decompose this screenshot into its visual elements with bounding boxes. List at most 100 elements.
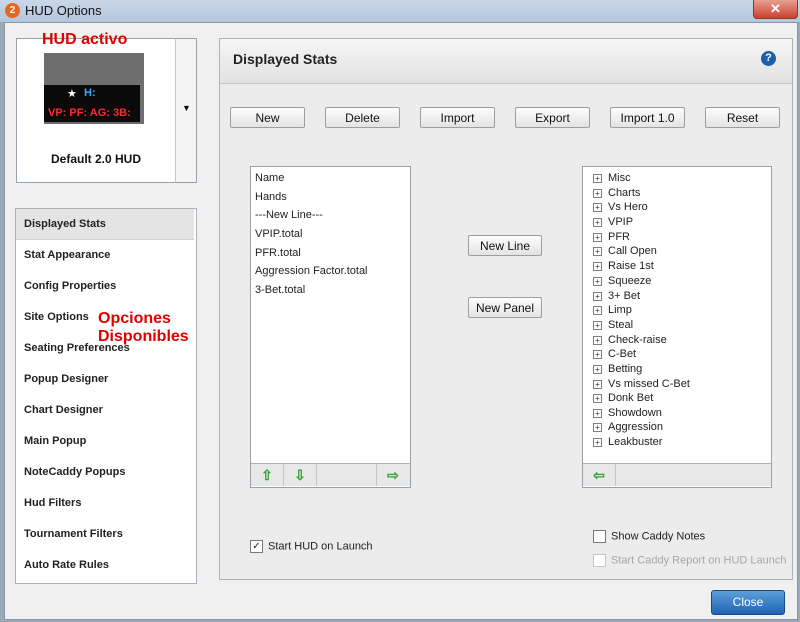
tree-item[interactable]: + PFR	[593, 231, 630, 243]
list-item[interactable]: Name	[255, 172, 284, 184]
app-icon: 2	[5, 3, 20, 18]
chevron-down-icon: ▼	[182, 103, 191, 113]
list-item[interactable]: ---New Line---	[255, 209, 323, 221]
tree-item[interactable]: + Check-raise	[593, 334, 667, 346]
tree-item[interactable]: + Limp	[593, 304, 632, 316]
move-down-icon[interactable]: ⇩	[284, 464, 317, 486]
new-button[interactable]: New	[230, 107, 305, 128]
tree-item[interactable]: + C-Bet	[593, 348, 636, 360]
tree-item[interactable]: + Misc	[593, 172, 631, 184]
add-stat-icon[interactable]: ⇨	[376, 464, 409, 486]
expand-icon[interactable]: +	[593, 261, 602, 271]
nav-item-hud-filters[interactable]: Hud Filters	[16, 488, 194, 519]
show-caddy-notes-checkbox[interactable]: Show Caddy Notes	[593, 530, 705, 543]
reset-button[interactable]: Reset	[705, 107, 780, 128]
expand-icon[interactable]: +	[593, 305, 602, 315]
list-item[interactable]: VPIP.total	[255, 228, 303, 240]
list-item[interactable]: PFR.total	[255, 247, 301, 259]
hud-name: Default 2.0 HUD	[50, 152, 142, 166]
tree-item[interactable]: + VPIP	[593, 216, 633, 228]
move-up-icon[interactable]: ⇧	[251, 464, 284, 486]
hud-preview-hands: H:	[84, 87, 96, 99]
tree-item[interactable]: + Call Open	[593, 245, 657, 257]
panel-title: Displayed Stats	[233, 51, 338, 67]
stat-category-tree[interactable]: + Misc + Charts + Vs Hero + VPIP + PFR + Call …	[582, 166, 772, 488]
nav-item-displayed-stats[interactable]: Displayed Stats	[16, 209, 194, 240]
stats-list-toolbar: ⇧ ⇩ ⇨	[251, 463, 410, 486]
start-hud-checkbox[interactable]: ✓ Start HUD on Launch	[250, 540, 373, 553]
expand-icon[interactable]: +	[593, 437, 602, 447]
tree-item[interactable]: + Squeeze	[593, 275, 651, 287]
list-item[interactable]: Aggression Factor.total	[255, 265, 368, 277]
window-close-button[interactable]: ✕	[753, 0, 798, 19]
category-tree-toolbar: ⇦	[583, 463, 771, 486]
expand-icon[interactable]: +	[593, 202, 602, 212]
help-icon[interactable]: ?	[761, 51, 776, 66]
star-icon: ★	[67, 88, 77, 100]
checkbox-checked-icon[interactable]: ✓	[250, 540, 263, 553]
expand-icon[interactable]: +	[593, 276, 602, 286]
list-item[interactable]: Hands	[255, 191, 287, 203]
annotation-hud-active: HUD activo	[42, 31, 128, 48]
list-item[interactable]: 3-Bet.total	[255, 284, 305, 296]
expand-icon[interactable]: +	[593, 188, 602, 198]
new-panel-button[interactable]: New Panel	[468, 297, 542, 318]
remove-stat-icon[interactable]: ⇦	[583, 464, 616, 486]
expand-icon[interactable]: +	[593, 393, 602, 403]
tree-item[interactable]: +3+ Bet	[593, 290, 640, 302]
selected-stats-list[interactable]: Name Hands ---New Line--- VPIP.total PFR…	[250, 166, 411, 488]
hud-preview: + ★ H: VP: PF: AG: 3B:	[44, 53, 144, 124]
panel-header: Displayed Stats ?	[220, 39, 792, 84]
tree-item[interactable]: + Aggression	[593, 421, 663, 433]
new-line-button[interactable]: New Line	[468, 235, 542, 256]
nav-item-popup-designer[interactable]: Popup Designer	[16, 364, 194, 395]
tree-item[interactable]: + Steal	[593, 319, 633, 331]
expand-icon[interactable]: +	[593, 173, 602, 183]
expand-icon[interactable]: +	[593, 379, 602, 389]
expand-icon[interactable]: +	[593, 291, 602, 301]
expand-icon[interactable]: +	[593, 320, 602, 330]
displayed-stats-panel: Displayed Stats ? New Delete Import Expo…	[219, 38, 793, 580]
import-button[interactable]: Import	[420, 107, 495, 128]
expand-icon[interactable]: +	[593, 335, 602, 345]
expand-icon[interactable]: +	[593, 408, 602, 418]
nav-item-config-properties[interactable]: Config Properties	[16, 271, 194, 302]
nav-item-notecaddy-popups[interactable]: NoteCaddy Popups	[16, 457, 194, 488]
start-caddy-report-checkbox: Start Caddy Report on HUD Launch	[593, 554, 786, 567]
show-caddy-notes-label: Show Caddy Notes	[611, 530, 706, 543]
tree-item[interactable]: + Charts	[593, 187, 640, 199]
close-button[interactable]: Close	[711, 590, 785, 615]
expand-icon[interactable]: +	[593, 246, 602, 256]
tree-item[interactable]: + Leakbuster	[593, 436, 662, 448]
window-title: HUD Options	[25, 3, 102, 18]
nav-item-stat-appearance[interactable]: Stat Appearance	[16, 240, 194, 271]
tree-item[interactable]: + Vs Hero	[593, 201, 648, 213]
expand-icon[interactable]: +	[593, 217, 602, 227]
import-1-0-button[interactable]: Import 1.0	[610, 107, 685, 128]
annotation-options-line1: Opciones	[98, 310, 171, 327]
tree-item[interactable]: + Showdown	[593, 407, 662, 419]
expand-icon[interactable]: +	[593, 349, 602, 359]
annotation-options-line2: Disponibles	[98, 328, 189, 345]
tree-item[interactable]: + Raise 1st	[593, 260, 654, 272]
tree-item[interactable]: + Betting	[593, 363, 642, 375]
tree-item[interactable]: + Vs missed C-Bet	[593, 378, 690, 390]
tree-item[interactable]: + Donk Bet	[593, 392, 653, 404]
nav-item-tournament-filters[interactable]: Tournament Filters	[16, 519, 194, 550]
nav-item-chart-designer[interactable]: Chart Designer	[16, 395, 194, 426]
checkbox-icon[interactable]	[593, 530, 606, 543]
delete-button[interactable]: Delete	[325, 107, 400, 128]
expand-icon[interactable]: +	[593, 232, 602, 242]
nav-item-main-popup[interactable]: Main Popup	[16, 426, 194, 457]
nav-item-auto-rate-rules[interactable]: Auto Rate Rules	[16, 550, 194, 581]
start-hud-label: Start HUD on Launch	[268, 540, 373, 553]
window-titlebar: 2 HUD Options ✕	[0, 0, 800, 22]
hud-dropdown-button[interactable]: ▼	[175, 38, 197, 183]
export-button[interactable]: Export	[515, 107, 590, 128]
start-caddy-report-label: Start Caddy Report on HUD Launch	[611, 554, 787, 567]
expand-icon[interactable]: +	[593, 364, 602, 374]
hud-preview-stats: VP: PF: AG: 3B:	[48, 107, 131, 119]
checkbox-icon	[593, 554, 606, 567]
options-nav: Displayed Stats Stat Appearance Config P…	[15, 208, 197, 584]
expand-icon[interactable]: +	[593, 422, 602, 432]
